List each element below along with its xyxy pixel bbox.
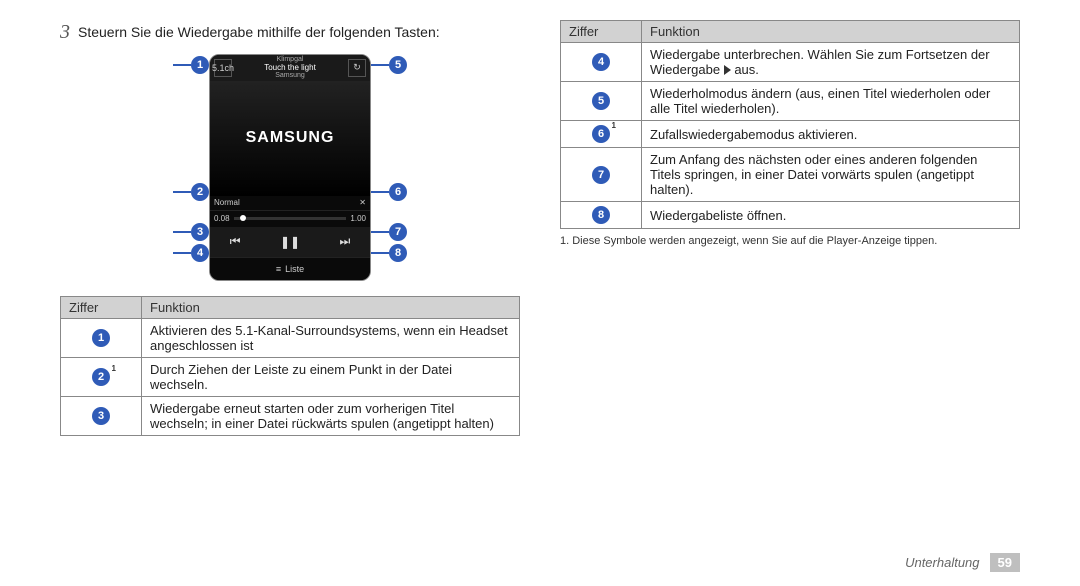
row-funktion: Aktivieren des 5.1-Kanal-Surroundsystems…: [142, 319, 520, 358]
row-funktion: Zufallswiedergabemodus aktivieren.: [642, 121, 1020, 148]
repeat-button: ↻: [348, 59, 366, 77]
playlist-row: ≡ Liste: [210, 257, 370, 280]
table-row: 3 Wiedergabe erneut starten oder zum vorh…: [61, 397, 520, 436]
footnote-marker: 1: [612, 121, 616, 130]
next-icon: ⏭: [339, 234, 350, 249]
album-art-logo: SAMSUNG: [210, 81, 370, 196]
album-label: Klimpgal: [277, 56, 304, 63]
callout-badge: 3: [191, 223, 209, 241]
table-row: 21 Durch Ziehen der Leiste zu einem Punkt…: [61, 358, 520, 397]
section-name: Unterhaltung: [905, 555, 979, 570]
ziffer-badge: 5: [592, 92, 610, 110]
row-ziffer: 8: [561, 202, 642, 229]
row-ziffer: 5: [561, 82, 642, 121]
footnote: 1. Diese Symbole werden angezeigt, wenn …: [560, 235, 1020, 247]
row-funktion: Wiederholmodus ändern (aus, einen Titel …: [642, 82, 1020, 121]
table-row: 4 Wiedergabe unterbrechen. Wählen Sie zum…: [561, 43, 1020, 82]
phone-mock: 5.1ch Klimpgal Touch the light Samsung ↻…: [209, 54, 371, 281]
track-title: Touch the light: [264, 63, 316, 72]
row-funktion: Wiedergabeliste öffnen.: [642, 202, 1020, 229]
table-row: 61 Zufallswiedergabemodus aktivieren.: [561, 121, 1020, 148]
callout-badge: 2: [191, 183, 209, 201]
footnote-marker: 1: [112, 364, 116, 373]
ziffer-badge: 1: [92, 329, 110, 347]
col-ziffer: Ziffer: [561, 21, 642, 43]
prev-icon: ⏮: [230, 234, 241, 249]
page: 3 Steuern Sie die Wiedergabe mithilfe de…: [0, 0, 1080, 442]
page-number: 59: [990, 553, 1020, 572]
right-column: Ziffer Funktion 4 Wiedergabe unterbrechen…: [560, 20, 1020, 442]
function-table-right: Ziffer Funktion 4 Wiedergabe unterbrechen…: [560, 20, 1020, 229]
row-ziffer: 61: [561, 121, 642, 148]
ziffer-badge: 3: [92, 407, 110, 425]
row-funktion: Durch Ziehen der Leiste zu einem Punkt i…: [142, 358, 520, 397]
step-number: 3: [60, 20, 70, 44]
shuffle-icon: ✕: [359, 198, 366, 207]
callout-badge: 8: [389, 244, 407, 262]
table-row: 8 Wiedergabeliste öffnen.: [561, 202, 1020, 229]
col-funktion: Funktion: [142, 297, 520, 319]
phone-titlebar: 5.1ch Klimpgal Touch the light Samsung ↻: [210, 55, 370, 81]
ziffer-badge: 4: [592, 53, 610, 71]
col-ziffer: Ziffer: [61, 297, 142, 319]
left-column: 3 Steuern Sie die Wiedergabe mithilfe de…: [60, 20, 520, 442]
row-ziffer: 7: [561, 148, 642, 202]
row-funktion: Wiedergabe erneut starten oder zum vorhe…: [142, 397, 520, 436]
callout-badge: 5: [389, 56, 407, 74]
callout-badge: 1: [191, 56, 209, 74]
list-label: Liste: [285, 264, 304, 274]
pause-icon: ❚❚: [280, 235, 300, 249]
page-footer: Unterhaltung 59: [905, 553, 1020, 572]
table-row: 5 Wiederholmodus ändern (aus, einen Titel…: [561, 82, 1020, 121]
controls-row: ⏮ ❚❚ ⏭: [210, 227, 370, 257]
callout-badge: 6: [389, 183, 407, 201]
row-funktion: Zum Anfang des nächsten oder eines ander…: [642, 148, 1020, 202]
step-line: 3 Steuern Sie die Wiedergabe mithilfe de…: [60, 20, 520, 44]
row-funktion: Wiedergabe unterbrechen. Wählen Sie zum …: [642, 43, 1020, 82]
table-row: 7 Zum Anfang des nächsten oder eines ande…: [561, 148, 1020, 202]
row-ziffer: 21: [61, 358, 142, 397]
progress-bar: [234, 217, 347, 220]
play-icon: [724, 65, 731, 75]
row-ziffer: 3: [61, 397, 142, 436]
ziffer-badge: 7: [592, 166, 610, 184]
eq-mode-label: Normal: [214, 198, 240, 207]
callout-badge: 4: [191, 244, 209, 262]
time-elapsed: 0.08: [214, 214, 230, 223]
col-funktion: Funktion: [642, 21, 1020, 43]
ziffer-badge: 21: [92, 368, 110, 386]
step-text: Steuern Sie die Wiedergabe mithilfe der …: [78, 20, 440, 43]
row-ziffer: 4: [561, 43, 642, 82]
time-total: 1.00: [350, 214, 366, 223]
table-row: 1 Aktivieren des 5.1-Kanal-Surroundsystem…: [61, 319, 520, 358]
function-table-left: Ziffer Funktion 1 Aktivieren des 5.1-Kana…: [60, 296, 520, 436]
mode-row: Normal ✕: [210, 196, 370, 210]
row-ziffer: 1: [61, 319, 142, 358]
progress-row: 0.08 1.00: [210, 210, 370, 227]
device-figure: 1 2 3 4 5.1ch Klimpgal Touch the light S…: [60, 52, 520, 282]
left-callout-stack: 1 2 3 4: [173, 52, 209, 282]
list-icon: ≡: [276, 264, 281, 274]
artist-label: Samsung: [275, 72, 305, 79]
surround-button: 5.1ch: [214, 59, 232, 77]
ziffer-badge: 8: [592, 206, 610, 224]
ziffer-badge: 61: [592, 125, 610, 143]
callout-badge: 7: [389, 223, 407, 241]
right-callout-stack: 5 6 7 8: [371, 52, 407, 282]
